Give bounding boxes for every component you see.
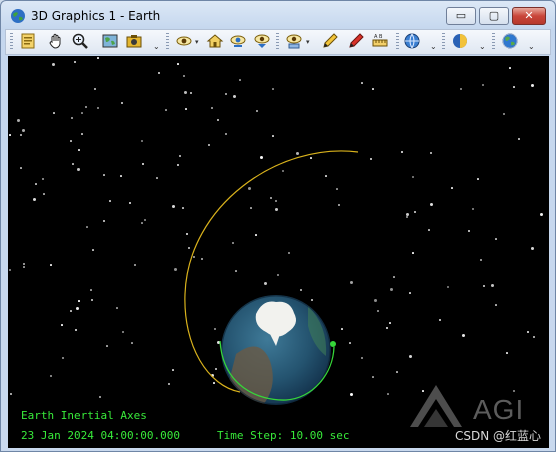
toolbar-grip[interactable]	[276, 33, 279, 51]
globe-map-icon[interactable]	[100, 31, 120, 51]
view-to-icon[interactable]	[228, 31, 248, 51]
view-from-dropdown-icon[interactable]: ▾	[195, 38, 201, 46]
toolbar-grip[interactable]	[442, 33, 445, 51]
pencil-icon[interactable]	[320, 31, 340, 51]
svg-text:A B: A B	[374, 34, 383, 40]
close-icon: ✕	[524, 9, 534, 22]
agi-logo-icon	[410, 385, 462, 427]
toolbar-overflow-icon[interactable]: ⌄	[479, 42, 487, 52]
agi-logo-text: AGI	[473, 394, 525, 425]
toolbar-grip[interactable]	[10, 33, 13, 51]
minimize-button[interactable]: ▭	[446, 7, 476, 25]
window-title: 3D Graphics 1 - Earth	[31, 9, 161, 23]
toolbar-grip[interactable]	[396, 33, 399, 51]
graphics-window: 3D Graphics 1 - Earth ▭ ▢ ✕ ⌄ ▾ ▾ A B ⌄ …	[0, 0, 556, 452]
datetime-readout: 23 Jan 2024 04:00:00.000	[21, 429, 180, 442]
zoom-icon[interactable]	[70, 31, 90, 51]
snapshot-icon[interactable]	[124, 31, 144, 51]
graphics-toolbar: ⌄ ▾ ▾ A B ⌄ ⌄ ⌄	[5, 29, 551, 55]
title-bar[interactable]: 3D Graphics 1 - Earth ▭ ▢ ✕	[1, 1, 555, 31]
toolbar-grip[interactable]	[492, 33, 495, 51]
earth-globe-icon[interactable]	[500, 31, 520, 51]
axes-label: Earth Inertial Axes	[21, 409, 147, 422]
earth-lighting-icon[interactable]	[450, 31, 470, 51]
properties-icon[interactable]	[18, 31, 38, 51]
toolbar-overflow-icon[interactable]: ⌄	[153, 42, 161, 52]
toolbar-overflow-icon[interactable]: ⌄	[430, 42, 438, 52]
view-up-icon[interactable]	[252, 31, 272, 51]
ruler-icon[interactable]: A B	[370, 31, 390, 51]
maximize-icon: ▢	[488, 9, 500, 22]
view-from-icon[interactable]	[174, 31, 194, 51]
toolbar-grip[interactable]	[166, 33, 169, 51]
watermark: CSDN @红蓝心	[454, 429, 541, 443]
satellite-marker	[330, 341, 336, 347]
pan-hand-icon[interactable]	[46, 31, 66, 51]
globe-app-icon	[11, 9, 25, 23]
red-pencil-icon[interactable]	[346, 31, 366, 51]
minimize-icon: ▭	[455, 9, 467, 22]
globe-settings-icon[interactable]	[402, 31, 422, 51]
3d-viewport[interactable]: AGI Earth Inertial Axes 23 Jan 2024 04:0…	[8, 56, 549, 448]
close-button[interactable]: ✕	[512, 7, 546, 25]
object-view-icon[interactable]	[284, 31, 304, 51]
home-view-icon[interactable]	[205, 31, 225, 51]
timestep-readout: Time Step: 10.00 sec	[217, 429, 350, 442]
toolbar-overflow-icon[interactable]: ⌄	[528, 42, 536, 52]
object-view-dropdown-icon[interactable]: ▾	[306, 38, 312, 46]
maximize-button[interactable]: ▢	[479, 7, 509, 25]
